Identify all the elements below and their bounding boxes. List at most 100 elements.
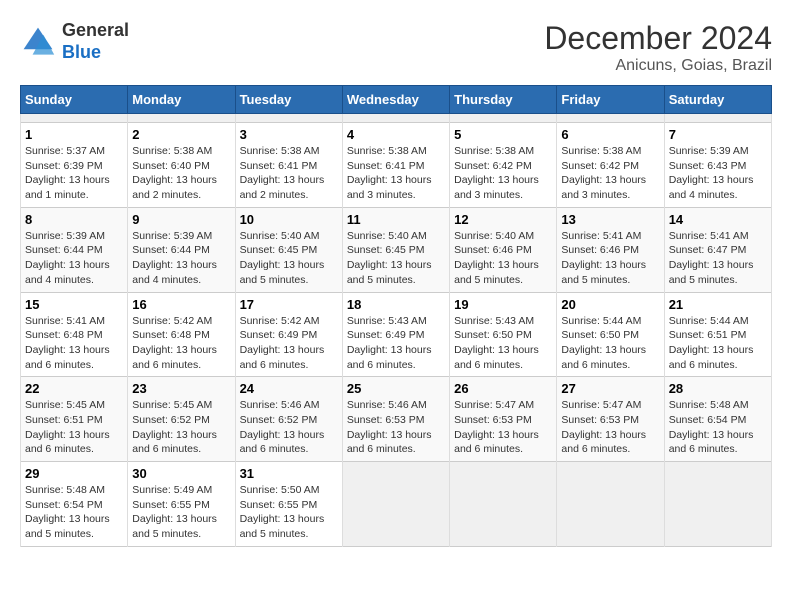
calendar-week-row: 1 Sunrise: 5:37 AMSunset: 6:39 PMDaylight… [21, 123, 772, 208]
calendar-cell: 28Sunrise: 5:48 AMSunset: 6:54 PMDayligh… [664, 377, 771, 462]
day-info: Sunrise: 5:37 AMSunset: 6:39 PMDaylight:… [25, 144, 123, 203]
day-info: Sunrise: 5:46 AMSunset: 6:52 PMDaylight:… [240, 398, 338, 457]
day-info: Sunrise: 5:47 AMSunset: 6:53 PMDaylight:… [561, 398, 659, 457]
day-info: Sunrise: 5:41 AMSunset: 6:46 PMDaylight:… [561, 229, 659, 288]
day-info: Sunrise: 5:38 AMSunset: 6:41 PMDaylight:… [347, 144, 445, 203]
calendar-cell: 15Sunrise: 5:41 AMSunset: 6:48 PMDayligh… [21, 292, 128, 377]
calendar-week-row [21, 114, 772, 123]
day-number: 25 [347, 381, 445, 396]
calendar-cell: 24 Sunrise: 5:46 AMSunset: 6:52 PMDayligh… [235, 377, 342, 462]
day-number: 26 [454, 381, 552, 396]
month-title: December 2024 [544, 20, 772, 57]
page-header: General Blue December 2024 Anicuns, Goia… [20, 20, 772, 75]
calendar-cell: 3Sunrise: 5:38 AMSunset: 6:41 PMDaylight… [235, 123, 342, 208]
day-number: 14 [669, 212, 767, 227]
day-info: Sunrise: 5:38 AMSunset: 6:41 PMDaylight:… [240, 144, 338, 203]
calendar-cell: 2 Sunrise: 5:38 AMSunset: 6:40 PMDaylight… [128, 123, 235, 208]
logo-icon [20, 24, 56, 60]
day-number: 4 [347, 127, 445, 142]
day-info: Sunrise: 5:43 AMSunset: 6:49 PMDaylight:… [347, 314, 445, 373]
day-info: Sunrise: 5:40 AMSunset: 6:46 PMDaylight:… [454, 229, 552, 288]
calendar-cell [21, 114, 128, 123]
weekday-header: Sunday [21, 86, 128, 114]
weekday-header: Thursday [450, 86, 557, 114]
calendar-cell: 14 Sunrise: 5:41 AMSunset: 6:47 PMDayligh… [664, 207, 771, 292]
calendar-cell [664, 114, 771, 123]
day-info: Sunrise: 5:41 AMSunset: 6:47 PMDaylight:… [669, 229, 767, 288]
calendar-cell: 30Sunrise: 5:49 AMSunset: 6:55 PMDayligh… [128, 462, 235, 547]
calendar-cell: 29Sunrise: 5:48 AMSunset: 6:54 PMDayligh… [21, 462, 128, 547]
day-number: 23 [132, 381, 230, 396]
day-number: 1 [25, 127, 123, 142]
calendar-cell [557, 114, 664, 123]
day-number: 8 [25, 212, 123, 227]
calendar-week-row: 15Sunrise: 5:41 AMSunset: 6:48 PMDayligh… [21, 292, 772, 377]
calendar-cell [342, 462, 449, 547]
calendar-cell: 13 Sunrise: 5:41 AMSunset: 6:46 PMDayligh… [557, 207, 664, 292]
weekday-header: Monday [128, 86, 235, 114]
calendar-week-row: 29Sunrise: 5:48 AMSunset: 6:54 PMDayligh… [21, 462, 772, 547]
day-info: Sunrise: 5:42 AMSunset: 6:48 PMDaylight:… [132, 314, 230, 373]
day-info: Sunrise: 5:38 AMSunset: 6:40 PMDaylight:… [132, 144, 230, 203]
calendar-cell: 17Sunrise: 5:42 AMSunset: 6:49 PMDayligh… [235, 292, 342, 377]
day-number: 5 [454, 127, 552, 142]
calendar-cell: 22 Sunrise: 5:45 AMSunset: 6:51 PMDayligh… [21, 377, 128, 462]
day-info: Sunrise: 5:39 AMSunset: 6:44 PMDaylight:… [132, 229, 230, 288]
location-subtitle: Anicuns, Goias, Brazil [544, 57, 772, 75]
calendar-cell: 12 Sunrise: 5:40 AMSunset: 6:46 PMDayligh… [450, 207, 557, 292]
day-info: Sunrise: 5:45 AMSunset: 6:52 PMDaylight:… [132, 398, 230, 457]
day-number: 17 [240, 297, 338, 312]
day-number: 9 [132, 212, 230, 227]
calendar-cell: 6 Sunrise: 5:38 AMSunset: 6:42 PMDaylight… [557, 123, 664, 208]
calendar-cell: 8 Sunrise: 5:39 AMSunset: 6:44 PMDaylight… [21, 207, 128, 292]
day-info: Sunrise: 5:45 AMSunset: 6:51 PMDaylight:… [25, 398, 123, 457]
weekday-header: Wednesday [342, 86, 449, 114]
calendar-cell: 21Sunrise: 5:44 AMSunset: 6:51 PMDayligh… [664, 292, 771, 377]
weekday-header: Saturday [664, 86, 771, 114]
day-number: 27 [561, 381, 659, 396]
day-number: 12 [454, 212, 552, 227]
day-number: 7 [669, 127, 767, 142]
day-number: 6 [561, 127, 659, 142]
weekday-header: Friday [557, 86, 664, 114]
calendar-cell: 10Sunrise: 5:40 AMSunset: 6:45 PMDayligh… [235, 207, 342, 292]
calendar-cell: 1 Sunrise: 5:37 AMSunset: 6:39 PMDaylight… [21, 123, 128, 208]
calendar-cell: 26 Sunrise: 5:47 AMSunset: 6:53 PMDayligh… [450, 377, 557, 462]
day-info: Sunrise: 5:39 AMSunset: 6:43 PMDaylight:… [669, 144, 767, 203]
calendar-cell [342, 114, 449, 123]
calendar-cell: 9 Sunrise: 5:39 AMSunset: 6:44 PMDaylight… [128, 207, 235, 292]
day-info: Sunrise: 5:39 AMSunset: 6:44 PMDaylight:… [25, 229, 123, 288]
logo: General Blue [20, 20, 129, 63]
calendar-cell: 5 Sunrise: 5:38 AMSunset: 6:42 PMDaylight… [450, 123, 557, 208]
day-info: Sunrise: 5:38 AMSunset: 6:42 PMDaylight:… [561, 144, 659, 203]
day-number: 28 [669, 381, 767, 396]
calendar-cell: 18 Sunrise: 5:43 AMSunset: 6:49 PMDayligh… [342, 292, 449, 377]
day-number: 21 [669, 297, 767, 312]
day-number: 31 [240, 466, 338, 481]
day-number: 24 [240, 381, 338, 396]
day-info: Sunrise: 5:49 AMSunset: 6:55 PMDaylight:… [132, 483, 230, 542]
calendar-cell [235, 114, 342, 123]
calendar-cell: 11Sunrise: 5:40 AMSunset: 6:45 PMDayligh… [342, 207, 449, 292]
day-info: Sunrise: 5:43 AMSunset: 6:50 PMDaylight:… [454, 314, 552, 373]
day-info: Sunrise: 5:47 AMSunset: 6:53 PMDaylight:… [454, 398, 552, 457]
calendar-cell [128, 114, 235, 123]
calendar-cell: 7 Sunrise: 5:39 AMSunset: 6:43 PMDaylight… [664, 123, 771, 208]
title-section: December 2024 Anicuns, Goias, Brazil [544, 20, 772, 75]
calendar-table: SundayMondayTuesdayWednesdayThursdayFrid… [20, 85, 772, 547]
day-info: Sunrise: 5:40 AMSunset: 6:45 PMDaylight:… [240, 229, 338, 288]
calendar-cell: 25Sunrise: 5:46 AMSunset: 6:53 PMDayligh… [342, 377, 449, 462]
logo-line1: General [62, 20, 129, 42]
day-number: 22 [25, 381, 123, 396]
calendar-cell: 31Sunrise: 5:50 AMSunset: 6:55 PMDayligh… [235, 462, 342, 547]
calendar-cell: 20Sunrise: 5:44 AMSunset: 6:50 PMDayligh… [557, 292, 664, 377]
day-number: 18 [347, 297, 445, 312]
calendar-cell [450, 114, 557, 123]
logo-text: General Blue [62, 20, 129, 63]
day-info: Sunrise: 5:38 AMSunset: 6:42 PMDaylight:… [454, 144, 552, 203]
day-info: Sunrise: 5:40 AMSunset: 6:45 PMDaylight:… [347, 229, 445, 288]
weekday-header-row: SundayMondayTuesdayWednesdayThursdayFrid… [21, 86, 772, 114]
day-number: 15 [25, 297, 123, 312]
day-number: 13 [561, 212, 659, 227]
day-number: 2 [132, 127, 230, 142]
